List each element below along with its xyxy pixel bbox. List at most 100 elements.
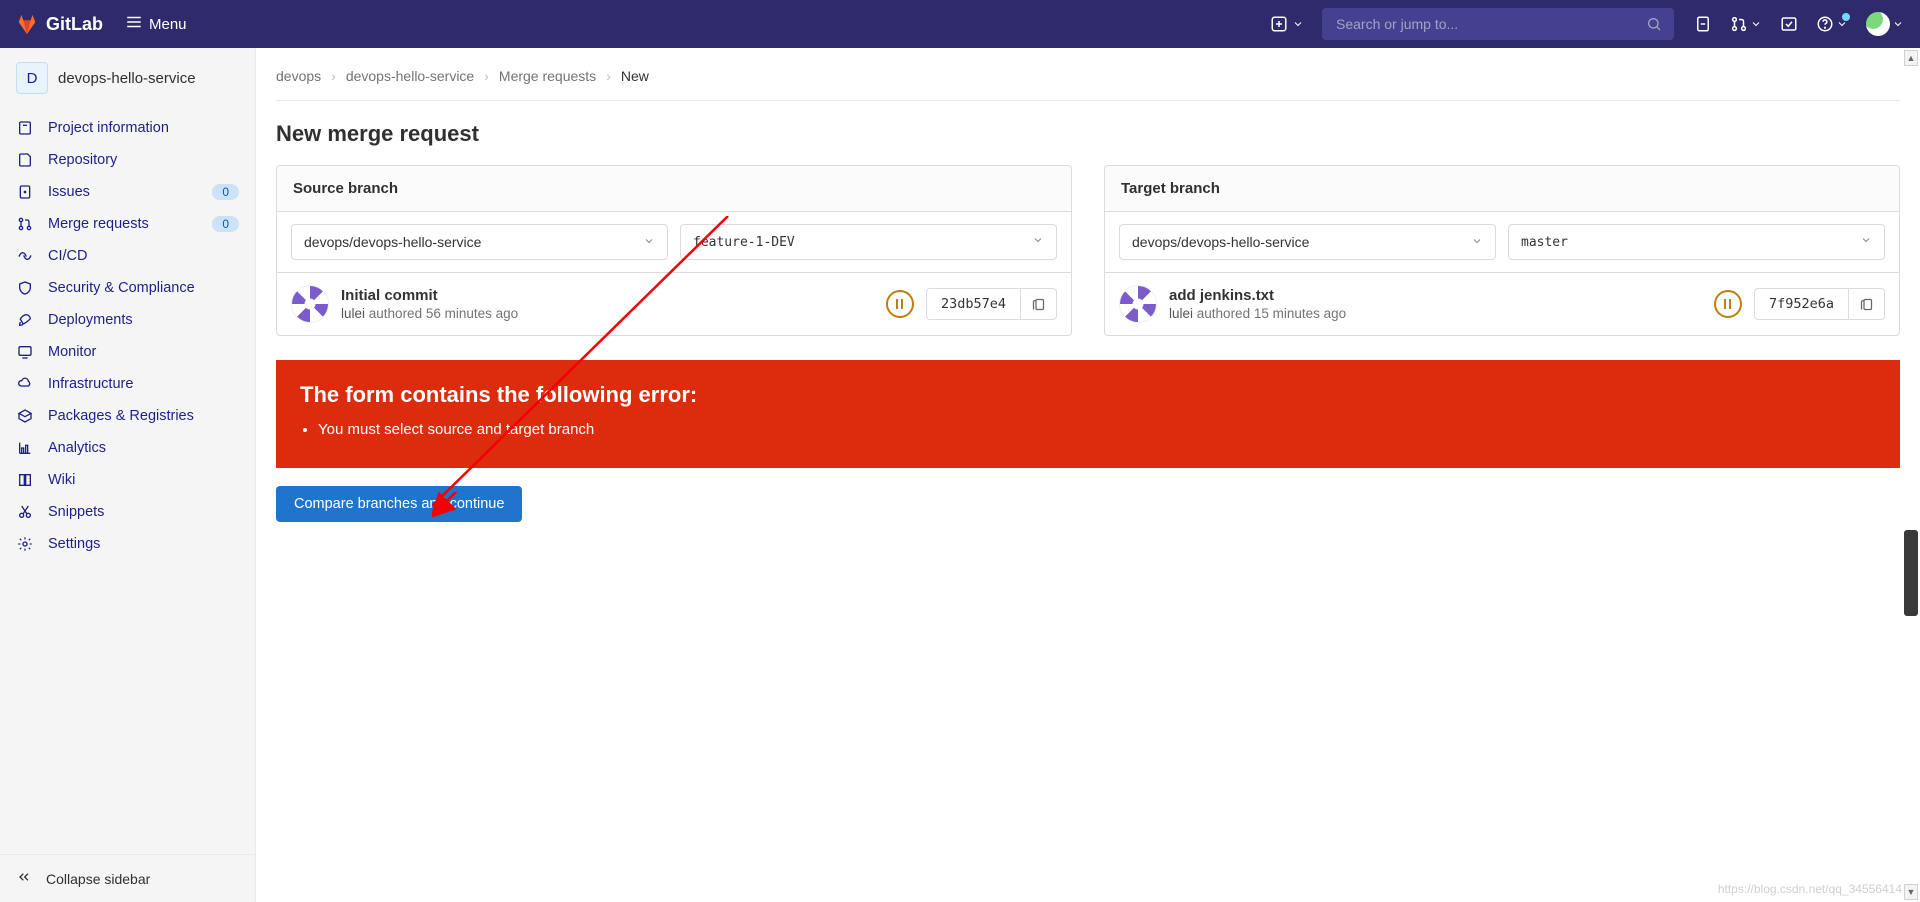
sidebar-item-packages-registries[interactable]: Packages & Registries bbox=[0, 400, 255, 432]
target-branch-panel: Target branch devops/devops-hello-servic… bbox=[1104, 165, 1900, 336]
source-project-dropdown[interactable]: devops/devops-hello-service bbox=[291, 224, 668, 260]
topbar-actions bbox=[1694, 12, 1904, 36]
page-title: New merge request bbox=[276, 121, 1900, 147]
source-panel-title: Source branch bbox=[277, 166, 1071, 211]
repo-icon bbox=[16, 152, 34, 168]
sidebar-item-label: Monitor bbox=[48, 344, 239, 360]
sidebar-item-monitor[interactable]: Monitor bbox=[0, 336, 255, 368]
author-avatar-icon bbox=[291, 285, 329, 323]
main-content: devops › devops-hello-service › Merge reques… bbox=[256, 48, 1920, 902]
source-commit-sha[interactable]: 23db57e4 bbox=[926, 288, 1021, 320]
create-new-dropdown[interactable] bbox=[1266, 11, 1308, 37]
topbar: GitLab Menu bbox=[0, 0, 1920, 48]
global-search[interactable] bbox=[1322, 8, 1674, 40]
collapse-icon bbox=[16, 869, 32, 888]
brand[interactable]: GitLab bbox=[16, 13, 103, 35]
project-name: devops-hello-service bbox=[58, 70, 196, 87]
sidebar-item-project-information[interactable]: Project information bbox=[0, 112, 255, 144]
sidebar-context[interactable]: D devops-hello-service bbox=[0, 48, 255, 108]
count-badge: 0 bbox=[212, 216, 239, 232]
breadcrumb-item[interactable]: devops-hello-service bbox=[346, 68, 474, 84]
sidebar-item-wiki[interactable]: Wiki bbox=[0, 464, 255, 496]
target-commit-sha[interactable]: 7f952e6a bbox=[1754, 288, 1849, 320]
pipeline-status-pending-icon[interactable] bbox=[886, 290, 914, 318]
sidebar-item-label: Packages & Registries bbox=[48, 408, 239, 424]
monitor-icon bbox=[16, 344, 34, 360]
sidebar-item-label: CI/CD bbox=[48, 248, 239, 264]
breadcrumb-separator-icon: › bbox=[484, 68, 489, 84]
sidebar-nav: Project informationRepositoryIssues0Merg… bbox=[0, 108, 255, 854]
menu-label: Menu bbox=[149, 16, 187, 33]
scrollbar-down-icon[interactable]: ▼ bbox=[1904, 884, 1918, 900]
cicd-icon bbox=[16, 248, 34, 264]
user-menu[interactable] bbox=[1866, 12, 1904, 36]
source-branch-dropdown[interactable]: feature-1-DEV bbox=[680, 224, 1057, 260]
collapse-sidebar[interactable]: Collapse sidebar bbox=[0, 854, 255, 902]
sidebar-item-ci-cd[interactable]: CI/CD bbox=[0, 240, 255, 272]
breadcrumb-item[interactable]: Merge requests bbox=[499, 68, 596, 84]
sidebar-item-label: Merge requests bbox=[48, 216, 198, 232]
sidebar-item-analytics[interactable]: Analytics bbox=[0, 432, 255, 464]
sidebar-item-label: Settings bbox=[48, 536, 239, 552]
package-icon bbox=[16, 408, 34, 424]
sidebar-item-deployments[interactable]: Deployments bbox=[0, 304, 255, 336]
sidebar-item-snippets[interactable]: Snippets bbox=[0, 496, 255, 528]
chevron-down-icon bbox=[1750, 18, 1762, 30]
sidebar-item-settings[interactable]: Settings bbox=[0, 528, 255, 560]
sidebar-item-label: Infrastructure bbox=[48, 376, 239, 392]
search-icon bbox=[1646, 16, 1662, 32]
menu-toggle[interactable]: Menu bbox=[125, 13, 187, 35]
target-project-value: devops/devops-hello-service bbox=[1132, 234, 1309, 250]
sidebar-item-issues[interactable]: Issues0 bbox=[0, 176, 255, 208]
sidebar-item-label: Security & Compliance bbox=[48, 280, 239, 296]
author-avatar-icon bbox=[1119, 285, 1157, 323]
sidebar-item-label: Deployments bbox=[48, 312, 239, 328]
sidebar-item-merge-requests[interactable]: Merge requests 0 bbox=[0, 208, 255, 240]
breadcrumb-separator-icon: › bbox=[331, 68, 336, 84]
source-commit-title[interactable]: Initial commit bbox=[341, 287, 874, 304]
sidebar-item-security-compliance[interactable]: Security & Compliance bbox=[0, 272, 255, 304]
help-dropdown[interactable] bbox=[1816, 15, 1848, 33]
breadcrumb: devops › devops-hello-service › Merge reques… bbox=[276, 64, 1900, 101]
sidebar-item-infrastructure[interactable]: Infrastructure bbox=[0, 368, 255, 400]
user-avatar-icon bbox=[1866, 12, 1890, 36]
sidebar-item-label: Wiki bbox=[48, 472, 239, 488]
target-panel-title: Target branch bbox=[1105, 166, 1899, 211]
error-item: You must select source and target branch bbox=[318, 418, 1876, 442]
sidebar-item-label: Repository bbox=[48, 152, 239, 168]
source-project-value: devops/devops-hello-service bbox=[304, 234, 481, 250]
target-commit-byline: lulei authored 15 minutes ago bbox=[1169, 306, 1702, 321]
target-branch-dropdown[interactable]: master bbox=[1508, 224, 1885, 260]
info-icon bbox=[16, 120, 34, 136]
issues-shortcut-icon[interactable] bbox=[1694, 15, 1712, 33]
chart-icon bbox=[16, 440, 34, 456]
target-branch-value: master bbox=[1521, 235, 1568, 250]
error-list: You must select source and target branch bbox=[318, 418, 1876, 442]
notification-dot-icon bbox=[1842, 13, 1850, 21]
compare-branches-button[interactable]: Compare branches and continue bbox=[276, 486, 522, 522]
source-branch-value: feature-1-DEV bbox=[693, 235, 795, 250]
source-commit-byline: lulei authored 56 minutes ago bbox=[341, 306, 874, 321]
rocket-icon bbox=[16, 312, 34, 328]
sidebar-item-label: Project information bbox=[48, 120, 239, 136]
gitlab-logo-icon bbox=[16, 13, 38, 35]
collapse-label: Collapse sidebar bbox=[46, 871, 150, 887]
target-commit-title[interactable]: add jenkins.txt bbox=[1169, 287, 1702, 304]
search-input[interactable] bbox=[1334, 15, 1646, 33]
error-heading: The form contains the following error: bbox=[300, 382, 1876, 408]
sidebar-item-label: Snippets bbox=[48, 504, 239, 520]
pipeline-status-pending-icon[interactable] bbox=[1714, 290, 1742, 318]
scrollbar-thumb[interactable] bbox=[1904, 530, 1918, 616]
clipboard-icon bbox=[1031, 297, 1046, 312]
copy-sha-button[interactable] bbox=[1021, 288, 1057, 320]
copy-sha-button[interactable] bbox=[1849, 288, 1885, 320]
breadcrumb-item[interactable]: devops bbox=[276, 68, 321, 84]
sidebar: D devops-hello-service Project informati… bbox=[0, 48, 256, 902]
merge-requests-shortcut[interactable] bbox=[1730, 15, 1762, 33]
scrollbar-up-icon[interactable]: ▲ bbox=[1904, 50, 1918, 66]
sidebar-item-repository[interactable]: Repository bbox=[0, 144, 255, 176]
target-project-dropdown[interactable]: devops/devops-hello-service bbox=[1119, 224, 1496, 260]
sidebar-item-label: Analytics bbox=[48, 440, 239, 456]
plus-square-icon bbox=[1270, 15, 1288, 33]
todos-shortcut-icon[interactable] bbox=[1780, 15, 1798, 33]
